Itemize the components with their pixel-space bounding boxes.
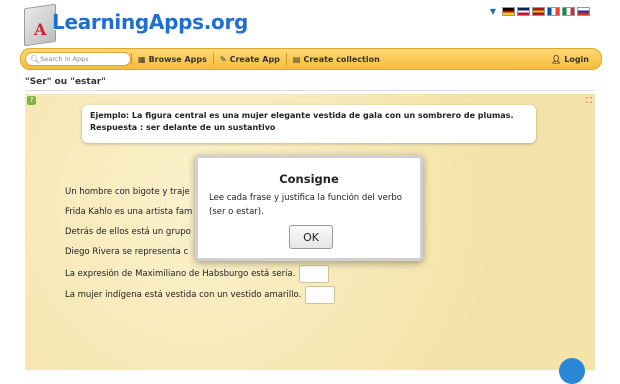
sentence-5: La expresión de Maximiliano de Habsburgo… (65, 265, 330, 283)
browse-apps-label: Browse Apps (148, 54, 207, 64)
sentence-1: Un hombre con bigote y traje (65, 187, 190, 197)
sentence-text: Frida Kahlo es una artista fam (65, 207, 193, 217)
browse-apps-link[interactable]: ▦ Browse Apps (131, 53, 213, 65)
dialog-text: Lee cada frase y justifica la función de… (209, 193, 402, 217)
sentence-6: La mujer indígena está vestida con un ve… (65, 286, 336, 304)
fr-flag-icon[interactable] (547, 7, 560, 16)
sentence-4: Diego Rivera se representa c (65, 247, 188, 257)
logo-letter-icon: A (34, 20, 47, 39)
divider (25, 90, 595, 91)
sentence-text: La expresión de Maximiliano de Habsburgo… (65, 269, 296, 279)
create-app-label: Create App (229, 54, 280, 64)
de-flag-icon[interactable] (502, 7, 515, 16)
main-navbar: 🔍︎ Search in Apps ▦ Browse Apps ✎ Create… (20, 48, 602, 70)
sentence-text: La mujer indígena está vestida con un ve… (65, 290, 302, 300)
page-title: "Ser" ou "estar" (25, 77, 106, 87)
search-input[interactable]: 🔍︎ Search in Apps (25, 52, 131, 66)
fullscreen-icon[interactable]: ⛶ (586, 96, 592, 106)
search-placeholder: Search in Apps (40, 55, 89, 63)
sentence-text: Detrás de ellos está un grupo (65, 227, 191, 237)
grid-icon: ▦ (138, 54, 146, 64)
create-collection-label: Create collection (303, 54, 380, 64)
ru-flag-icon[interactable] (577, 7, 590, 16)
language-selector[interactable]: ▼ (490, 7, 590, 16)
example-box: Ejemplo: La figura central es una mujer … (82, 105, 536, 143)
sentence-3: Detrás de ellos está un grupo (65, 227, 191, 237)
answer-input[interactable] (299, 265, 330, 283)
create-app-link[interactable]: ✎ Create App (212, 53, 286, 65)
login-label: Login (564, 54, 589, 64)
dialog-title: Consigne (279, 172, 339, 186)
it-flag-icon[interactable] (562, 7, 575, 16)
dropdown-arrow-icon[interactable]: ▼ (490, 7, 496, 16)
logo-text: LearningApps.org (52, 10, 249, 34)
en-flag-icon[interactable] (517, 7, 530, 16)
answer-input[interactable] (305, 286, 336, 304)
instructions-dialog: Consigne Lee cada frase y justifica la f… (195, 155, 423, 261)
user-icon: 👤︎ (551, 54, 562, 64)
logo[interactable]: A LearningApps.org (22, 0, 248, 50)
help-icon[interactable]: ? (27, 96, 36, 105)
floating-action-button[interactable] (559, 358, 585, 384)
ok-button[interactable]: OK (289, 225, 333, 249)
create-collection-link[interactable]: ▤ Create collection (285, 53, 386, 65)
search-icon: 🔍︎ (30, 54, 41, 64)
sentence-text: Diego Rivera se representa c (65, 247, 189, 257)
collection-icon: ▤ (292, 54, 301, 64)
es-flag-icon[interactable] (532, 7, 545, 16)
pencil-icon: ✎ (219, 54, 227, 64)
sentence-text: Un hombre con bigote y traje (65, 187, 190, 197)
sentence-2: Frida Kahlo es una artista fam (65, 207, 192, 217)
login-link[interactable]: 👤︎ Login (551, 55, 589, 64)
